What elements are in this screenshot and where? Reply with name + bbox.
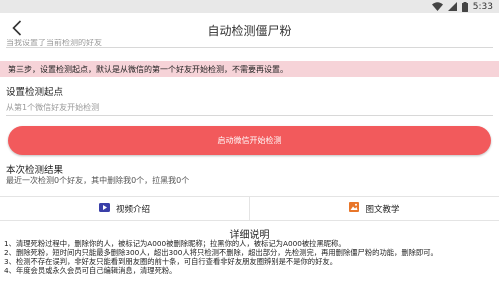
list-item: 1、清理死粉过程中，删除你的人，被标记为A000被删除昵称；拉黑你的人，被标记为…	[4, 239, 346, 248]
list-item: 2、删除死粉，短时间内只能最多删除300人，超出300人将只检测不删除，超出部分…	[4, 248, 438, 257]
start-detection-button[interactable]: 启动微信开始检测	[8, 126, 491, 155]
picture-icon	[349, 202, 360, 215]
play-icon	[98, 202, 110, 215]
battery-icon	[461, 1, 468, 12]
step-banner: 第三步，设置检测起点，默认是从微信的第一个好友开始检测，不需要再设置。	[0, 61, 499, 77]
divider	[6, 47, 493, 48]
previous-field-text: 当我设置了当前检测的好友	[6, 39, 102, 46]
status-time: 5:33	[472, 1, 493, 12]
wifi-icon	[431, 2, 443, 11]
result-label: 本次检测结果	[6, 165, 64, 176]
list-item: 3、检测不存在误判，非好友只能看到朋友圈的前十条，可自行查看非好友朋友圈辨别是不…	[4, 257, 337, 266]
status-icons: 5:33	[431, 1, 493, 12]
tab-video-intro[interactable]: 视频介绍	[0, 197, 250, 220]
result-summary: 最近一次检测0个好友，其中删除我0个，拉黑我0个	[6, 176, 190, 185]
start-point-input[interactable]	[6, 100, 493, 116]
start-point-label: 设置检测起点	[6, 87, 64, 98]
signal-icon	[447, 2, 457, 11]
details-list: 1、清理死粉过程中，删除你的人，被标记为A000被删除昵称；拉黑你的人，被标记为…	[4, 239, 494, 275]
tab-video-intro-label: 视频介绍	[115, 204, 150, 215]
tab-picture-tutorial[interactable]: 图文教学	[250, 197, 499, 220]
tab-picture-tutorial-label: 图文教学	[365, 204, 400, 215]
tutorial-tabs: 视频介绍 图文教学	[0, 196, 499, 221]
list-item: 4、年度会员或永久会员可自己编辑消息，清理死粉。	[4, 266, 177, 275]
status-bar: 5:33	[0, 0, 499, 13]
page-title: 自动检测僵尸粉	[207, 24, 292, 38]
step-banner-text: 第三步，设置检测起点，默认是从微信的第一个好友开始检测，不需要再设置。	[8, 65, 288, 74]
